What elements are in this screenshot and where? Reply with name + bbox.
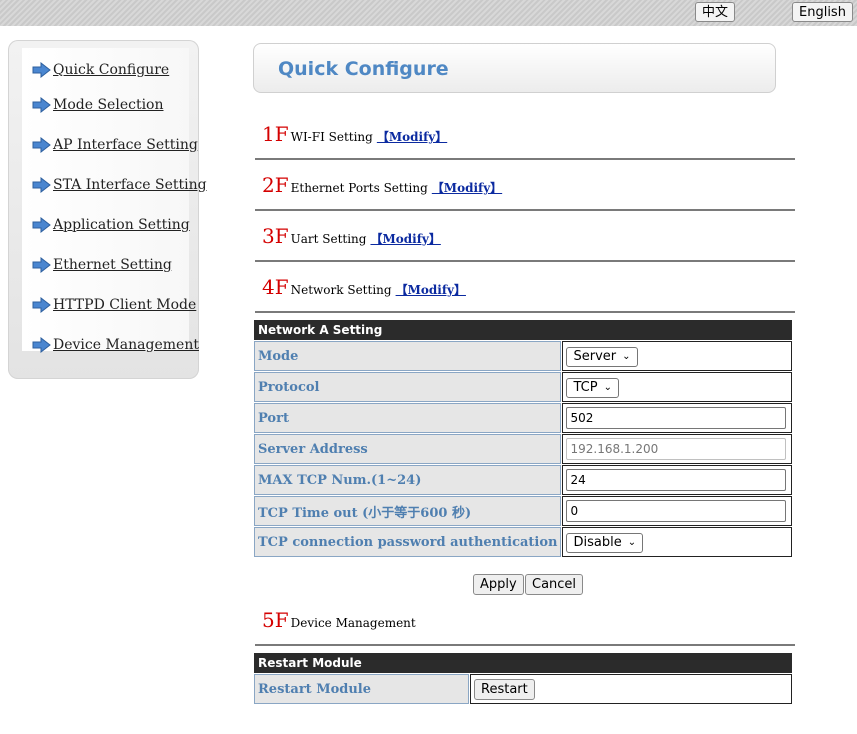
section-label: Device Management (290, 616, 416, 630)
restart-table: Restart Module Restart Module Restart (253, 652, 793, 705)
tcp-timeout-input[interactable] (566, 500, 787, 522)
arrow-right-icon (32, 62, 51, 78)
table-row: Protocol TCP ⌄ (254, 372, 792, 402)
table-row: TCP connection password authentication D… (254, 527, 792, 557)
tcp-password-select[interactable]: Disable ⌄ (566, 532, 644, 553)
arrow-right-icon (32, 97, 51, 113)
server-address-label: Server Address (254, 434, 562, 464)
tcp-password-cell: Disable ⌄ (562, 527, 792, 557)
restart-heading: Restart Module (254, 653, 792, 673)
sidebar-item-sta-interface[interactable]: STA Interface Setting (32, 175, 207, 195)
tcp-password-value: Disable (573, 535, 622, 551)
sidebar-item-label: Application Setting (53, 217, 190, 233)
max-tcp-cell (562, 465, 792, 495)
table-row: Server Address (254, 434, 792, 464)
chevron-down-icon: ⌄ (603, 382, 612, 394)
restart-cell: Restart (470, 674, 792, 704)
section-label: Ethernet Ports Setting (290, 181, 428, 195)
table-row: Port (254, 403, 792, 433)
arrow-right-icon (32, 217, 51, 233)
section-ethernet-ports: 2F Ethernet Ports Setting 【Modify】 (262, 173, 502, 199)
cancel-button[interactable]: Cancel (525, 574, 584, 595)
mode-cell: Server ⌄ (562, 341, 792, 371)
max-tcp-input[interactable] (566, 469, 787, 491)
divider (255, 311, 795, 313)
section-label: Uart Setting (290, 232, 367, 246)
network-a-heading: Network A Setting (254, 320, 792, 340)
page-title-box: Quick Configure (253, 43, 776, 93)
sidebar-item-device-management[interactable]: Device Management (32, 335, 199, 355)
arrow-right-icon (32, 257, 51, 273)
server-address-cell (562, 434, 792, 464)
floor-label: 5F (262, 608, 289, 632)
floor-label: 3F (262, 224, 289, 248)
modify-uart-link[interactable]: 【Modify】 (370, 230, 440, 247)
sidebar-item-ap-interface[interactable]: AP Interface Setting (32, 135, 198, 155)
divider (255, 158, 795, 160)
page-title: Quick Configure (278, 58, 449, 80)
restart-label: Restart Module (254, 674, 469, 704)
apply-button[interactable]: Apply (473, 574, 524, 595)
arrow-right-icon (32, 337, 51, 353)
chevron-down-icon: ⌄ (622, 351, 631, 363)
divider (255, 644, 795, 646)
section-device-management: 5F Device Management (262, 608, 416, 634)
sidebar-item-quick-configure[interactable]: Quick Configure (32, 60, 169, 80)
floor-label: 4F (262, 275, 289, 299)
port-input[interactable] (566, 407, 787, 429)
sidebar-item-label: AP Interface Setting (53, 137, 198, 153)
tcp-timeout-cell (562, 496, 792, 526)
server-address-input[interactable] (566, 438, 787, 460)
sidebar-item-label: HTTPD Client Mode (53, 297, 197, 313)
chevron-down-icon: ⌄ (627, 537, 637, 549)
sidebar-item-application[interactable]: Application Setting (32, 215, 190, 235)
protocol-cell: TCP ⌄ (562, 372, 792, 402)
table-row: MAX TCP Num.(1~24) (254, 465, 792, 495)
divider (255, 260, 795, 262)
sidebar-item-label: Device Management (53, 337, 199, 353)
sidebar-item-label: Quick Configure (53, 62, 170, 78)
sidebar-item-label: Ethernet Setting (53, 257, 172, 273)
tcp-password-label: TCP connection password authentication (254, 527, 562, 557)
section-label: WI-FI Setting (290, 130, 373, 144)
protocol-label: Protocol (254, 372, 562, 402)
tcp-timeout-label: TCP Time out (小于等于600 秒) (254, 496, 562, 526)
modify-wifi-link[interactable]: 【Modify】 (377, 128, 447, 145)
restart-button[interactable]: Restart (474, 679, 535, 700)
sidebar-item-ethernet[interactable]: Ethernet Setting (32, 255, 172, 275)
sidebar (8, 40, 199, 379)
port-cell (562, 403, 792, 433)
arrow-right-icon (32, 297, 51, 313)
protocol-value: TCP (573, 380, 598, 396)
arrow-right-icon (32, 137, 51, 153)
section-label: Network Setting (290, 283, 392, 297)
sidebar-item-label: Mode Selection (53, 97, 164, 113)
floor-label: 1F (262, 122, 289, 146)
section-network: 4F Network Setting 【Modify】 (262, 275, 466, 301)
chinese-language-button[interactable]: 中文 (695, 2, 736, 22)
sidebar-item-httpd-client[interactable]: HTTPD Client Mode (32, 295, 196, 315)
floor-label: 2F (262, 173, 289, 197)
max-tcp-label: MAX TCP Num.(1~24) (254, 465, 562, 495)
mode-label: Mode (254, 341, 562, 371)
section-wifi: 1F WI-FI Setting 【Modify】 (262, 122, 447, 148)
sidebar-item-mode-selection[interactable]: Mode Selection (32, 95, 164, 115)
table-row: TCP Time out (小于等于600 秒) (254, 496, 792, 526)
table-row: Restart Module Restart (254, 674, 792, 704)
mode-value: Server (573, 349, 617, 365)
sidebar-item-label: STA Interface Setting (53, 177, 207, 193)
mode-select[interactable]: Server ⌄ (566, 346, 638, 367)
modify-ethernet-link[interactable]: 【Modify】 (432, 179, 502, 196)
top-bar: 中文 English (0, 0, 857, 26)
arrow-right-icon (32, 177, 51, 193)
network-a-table: Network A Setting Mode Server ⌄ Protocol… (253, 319, 793, 558)
modify-network-link[interactable]: 【Modify】 (396, 281, 466, 298)
english-language-button[interactable]: English (792, 2, 853, 22)
table-row: Mode Server ⌄ (254, 341, 792, 371)
protocol-select[interactable]: TCP ⌄ (566, 377, 619, 398)
port-label: Port (254, 403, 562, 433)
divider (255, 209, 795, 211)
section-uart: 3F Uart Setting 【Modify】 (262, 224, 441, 250)
